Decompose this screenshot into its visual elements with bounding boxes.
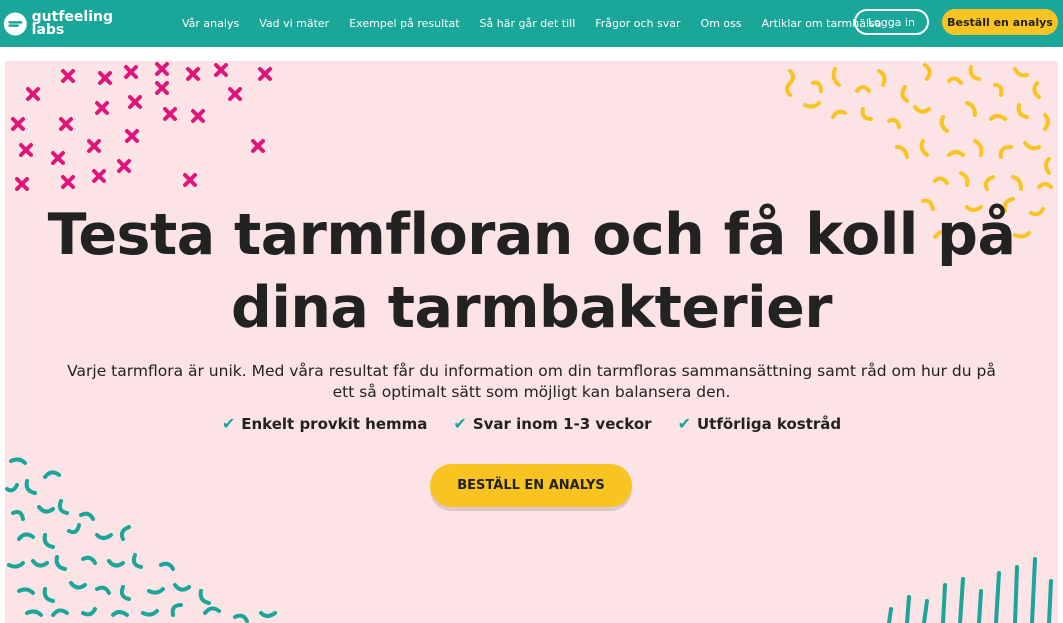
nav-item-vad-vi-mater[interactable]: Vad vi mäter [259, 17, 329, 30]
top-navigation-bar: gutfeeling labs Vår analys Vad vi mäter … [0, 0, 1063, 47]
check-icon: ✔ [453, 414, 467, 433]
feature-label: Utförliga kostråd [696, 414, 842, 433]
order-analysis-header-button[interactable]: Beställ en analys [942, 9, 1058, 35]
login-button[interactable]: Logga in [854, 9, 929, 35]
hero-lead-text: Varje tarmflora är unik. Med våra result… [67, 362, 996, 401]
hero-headline-line2: dina tarmbakterier [231, 275, 832, 341]
check-icon: ✔ [677, 414, 691, 433]
hero-headline-line1: Testa tarmfloran och få koll på [47, 202, 1016, 268]
logo-text-line2: labs [31, 22, 65, 38]
cross-pattern [11, 62, 272, 191]
hero-section: Testa tarmfloran och få koll på dina tar… [5, 61, 1058, 623]
check-icon: ✔ [221, 414, 236, 433]
logo-text: gutfeeling labs [31, 10, 113, 38]
feature-label: Svar inom 1-3 veckor [472, 414, 652, 433]
feature-item-provkit: ✔ Enkelt provkit hemma [222, 414, 428, 433]
nav-item-sa-har-gar-det-till[interactable]: Så här går det till [480, 17, 576, 30]
hero-headline: Testa tarmfloran och få koll på dina tar… [5, 199, 1058, 345]
nav-item-om-oss[interactable]: Om oss [701, 17, 742, 30]
feature-label: Enkelt provkit hemma [241, 414, 428, 433]
nav-item-fragor-och-svar[interactable]: Frågor och svar [595, 17, 680, 30]
logo[interactable]: gutfeeling labs [3, 6, 113, 42]
feature-item-svar: ✔ Svar inom 1-3 veckor [453, 414, 651, 433]
feature-item-kostrad: ✔ Utförliga kostråd [678, 414, 842, 433]
nav-item-exempel-pa-resultat[interactable]: Exempel på resultat [349, 17, 459, 30]
squiggle-pattern-bottom-left [5, 457, 277, 623]
logo-mark-icon [3, 12, 27, 36]
stroke-pattern-bottom-right [887, 557, 1053, 623]
feature-list: ✔ Enkelt provkit hemma ✔ Svar inom 1-3 v… [5, 414, 1058, 433]
main-nav: Vår analys Vad vi mäter Exempel på resul… [182, 0, 901, 47]
nav-item-var-analys[interactable]: Vår analys [182, 17, 239, 30]
order-analysis-cta-button[interactable]: BESTÄLL EN ANALYS [430, 464, 632, 507]
